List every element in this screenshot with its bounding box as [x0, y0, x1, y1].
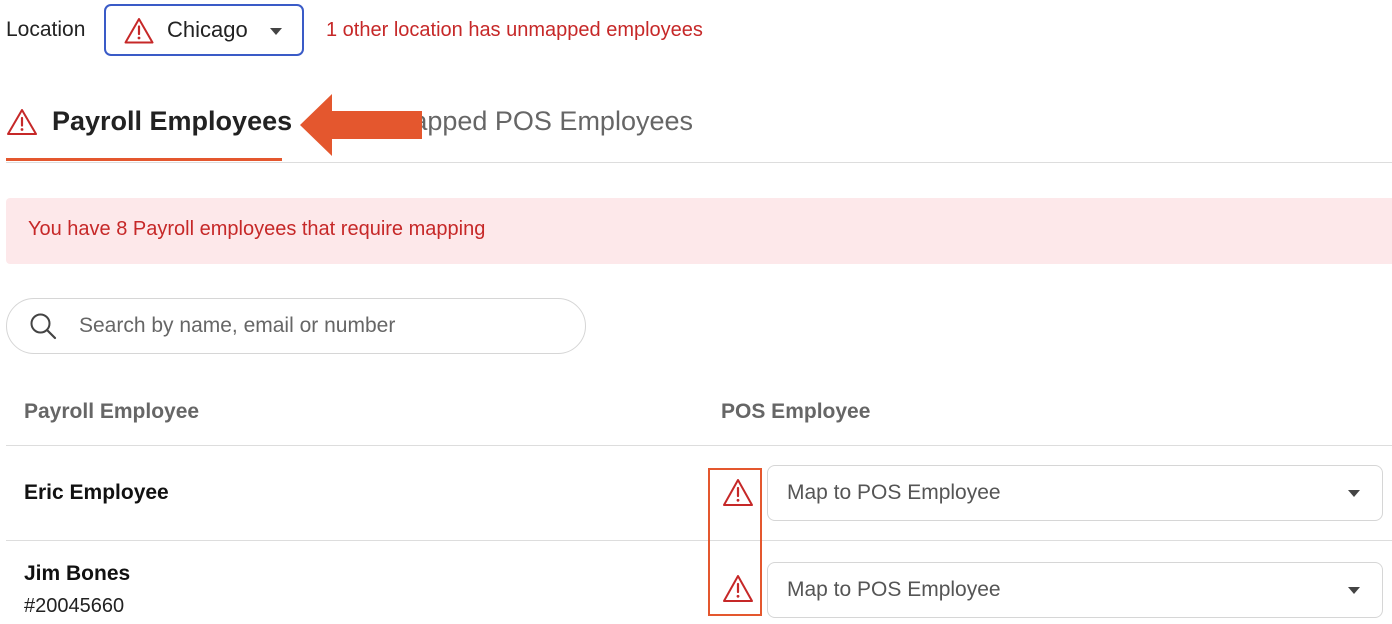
tab-payroll-employees-label: Payroll Employees	[52, 106, 293, 136]
employee-number: #20045660	[24, 595, 125, 617]
tab-payroll-employees[interactable]: Payroll Employees	[6, 98, 292, 162]
location-select-value: Chicago	[167, 17, 248, 42]
column-header-pos-employee: POS Employee	[721, 400, 871, 423]
table-row-divider	[6, 540, 1392, 541]
location-warning-text: 1 other location has unmapped employees	[326, 19, 703, 41]
search-input[interactable]	[77, 313, 561, 339]
chevron-down-icon	[270, 28, 282, 35]
pos-select-placeholder: Map to POS Employee	[787, 578, 1001, 601]
location-label: Location	[6, 18, 86, 41]
search-icon	[30, 313, 57, 340]
unmapped-employees-banner: You have 8 Payroll employees that requir…	[6, 198, 1392, 264]
annotation-arrow	[300, 94, 422, 156]
chevron-down-icon	[1348, 490, 1360, 497]
location-select[interactable]: Chicago	[104, 4, 304, 56]
map-to-pos-employee-select[interactable]: Map to POS Employee	[767, 562, 1383, 618]
employee-name: Eric Employee	[24, 481, 169, 504]
table-header-divider	[6, 445, 1392, 446]
annotation-highlight-box	[708, 468, 762, 616]
chevron-down-icon	[1348, 587, 1360, 594]
map-to-pos-employee-select[interactable]: Map to POS Employee	[767, 465, 1383, 521]
tabs-divider	[6, 162, 1392, 163]
column-header-payroll-employee: Payroll Employee	[24, 400, 200, 423]
active-tab-indicator	[6, 158, 282, 161]
warning-triangle-icon	[7, 109, 37, 135]
pos-select-placeholder: Map to POS Employee	[787, 481, 1001, 504]
employee-name: Jim Bones	[24, 562, 131, 585]
banner-text: You have 8 Payroll employees that requir…	[28, 218, 486, 240]
search-box[interactable]	[6, 298, 586, 354]
warning-triangle-icon	[124, 17, 154, 43]
